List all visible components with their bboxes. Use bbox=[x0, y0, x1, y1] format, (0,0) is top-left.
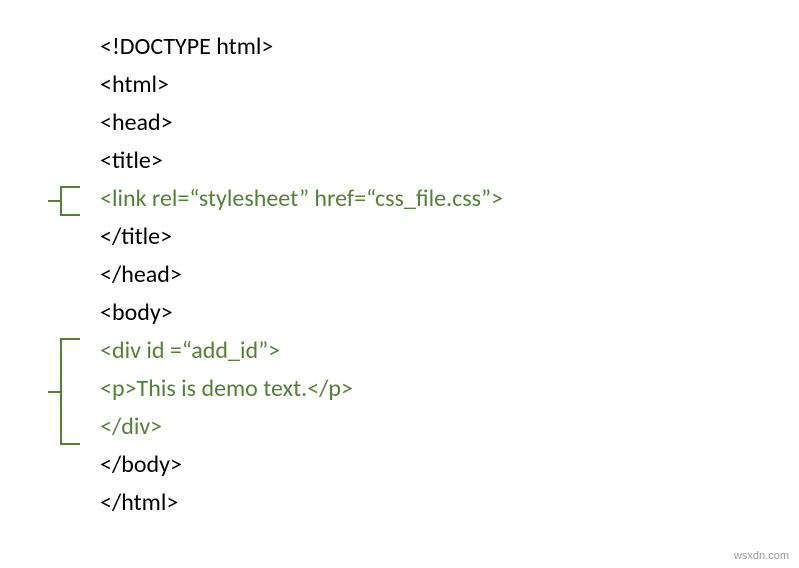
code-line: <head> bbox=[100, 104, 799, 142]
code-line: </html> bbox=[100, 484, 799, 522]
bracket-annotation-1 bbox=[60, 186, 80, 216]
watermark: wsxdn.com bbox=[734, 550, 789, 562]
code-block: <!DOCTYPE html> <html> <head> <title> <l… bbox=[0, 28, 799, 522]
code-line: </head> bbox=[100, 256, 799, 294]
code-line-highlighted: <link rel=“stylesheet” href=“css_file.cs… bbox=[100, 180, 799, 218]
code-line-highlighted: <div id =“add_id”> bbox=[100, 332, 799, 370]
code-line: </title> bbox=[100, 218, 799, 256]
code-line: </body> bbox=[100, 446, 799, 484]
code-line: <title> bbox=[100, 142, 799, 180]
code-line: <html> bbox=[100, 66, 799, 104]
code-line: <body> bbox=[100, 294, 799, 332]
code-line-highlighted: </div> bbox=[100, 408, 799, 446]
bracket-annotation-2 bbox=[60, 338, 80, 445]
code-line: <!DOCTYPE html> bbox=[100, 28, 799, 66]
code-line-highlighted: <p>This is demo text.</p> bbox=[100, 370, 799, 408]
